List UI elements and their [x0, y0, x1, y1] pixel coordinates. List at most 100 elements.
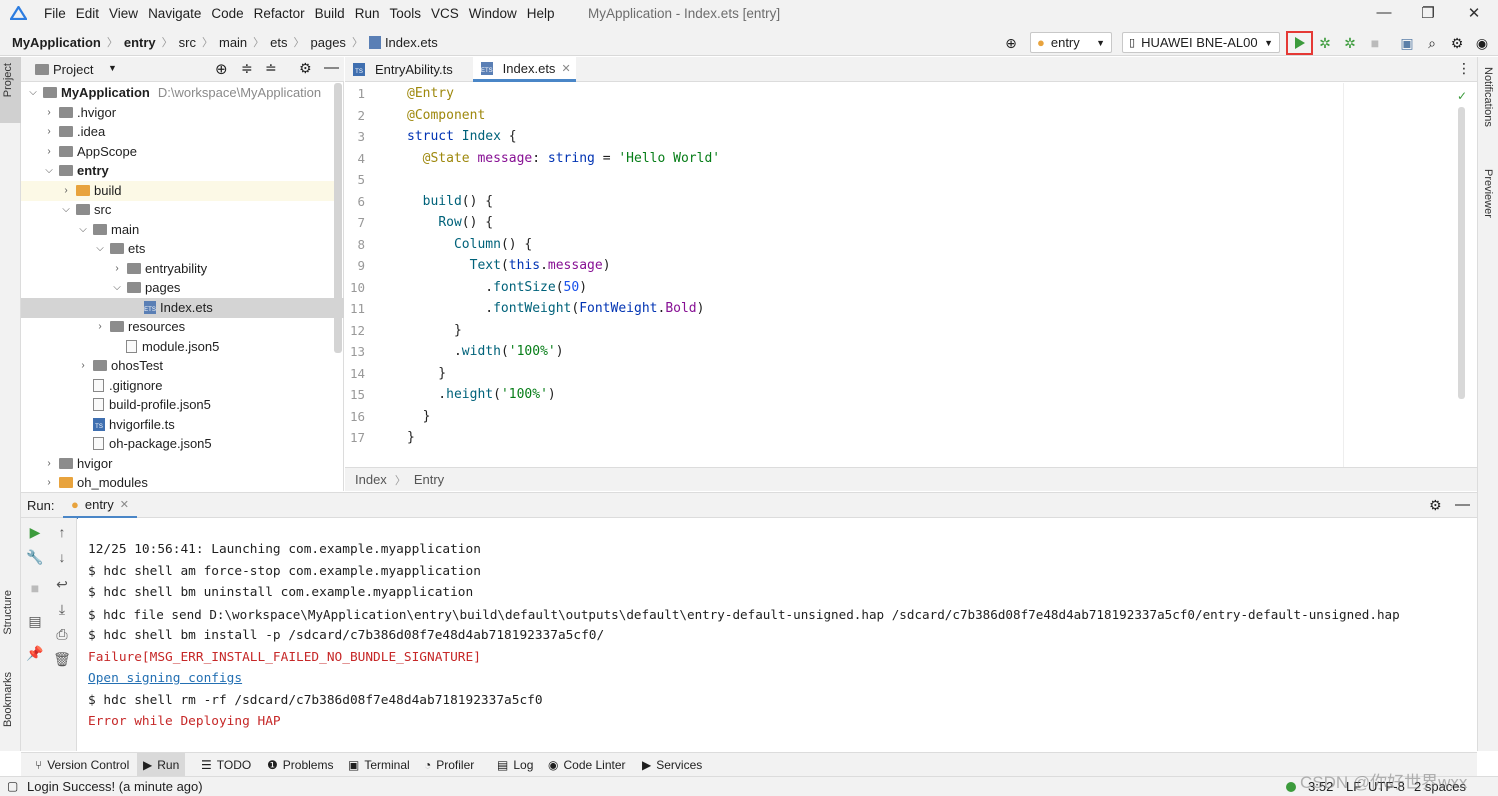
tree-item[interactable]: › AppScope: [21, 142, 334, 162]
menu-build[interactable]: Build: [315, 6, 345, 21]
soft-wrap-icon[interactable]: ↩: [53, 575, 71, 593]
print-icon[interactable]: ⎙: [53, 625, 71, 643]
tree-item[interactable]: › hvigor: [21, 454, 334, 474]
crumb-file[interactable]: Index.ets: [385, 35, 438, 50]
tree-item[interactable]: ⌵ main: [21, 220, 334, 240]
gear-icon[interactable]: ⚙: [299, 60, 312, 77]
device-manager-icon[interactable]: ▣: [1398, 34, 1416, 52]
tab-profiler[interactable]: ◔ Profiler: [418, 753, 480, 777]
run-button[interactable]: [1286, 31, 1313, 55]
tree-item[interactable]: › .hvigor: [21, 103, 334, 123]
menu-edit[interactable]: Edit: [76, 6, 99, 21]
crumb-ets[interactable]: ets: [270, 35, 287, 50]
close-tab-icon[interactable]: ✕: [120, 498, 129, 511]
crumb-main[interactable]: main: [219, 35, 247, 50]
tree-item[interactable]: build-profile.json5: [21, 395, 334, 415]
project-scrollbar[interactable]: [334, 83, 342, 353]
expand-all-icon[interactable]: ≑: [241, 60, 253, 77]
bookmarks-tool-tab[interactable]: Bookmarks: [2, 672, 14, 727]
menu-help[interactable]: Help: [527, 6, 555, 21]
chevron-down-icon[interactable]: ▼: [108, 63, 117, 73]
tree-item[interactable]: TS hvigorfile.ts: [21, 415, 334, 435]
run-tab-entry[interactable]: ● entry ✕: [63, 493, 137, 519]
crumb-struct[interactable]: Index: [355, 472, 387, 487]
menu-vcs[interactable]: VCS: [431, 6, 459, 21]
tree-item[interactable]: oh-package.json5: [21, 434, 334, 454]
open-signing-configs-link[interactable]: Open signing configs: [88, 671, 242, 686]
tree-item-root[interactable]: ⌵ MyApplication D:\workspace\MyApplicati…: [21, 83, 334, 103]
tree-item[interactable]: › entryability: [21, 259, 334, 279]
tab-todo[interactable]: ☰ TODO: [195, 753, 257, 777]
stop-icon[interactable]: ■: [26, 579, 44, 597]
target-icon[interactable]: ⊕: [1002, 34, 1020, 52]
tab-index[interactable]: ETS Index.ets ✕: [473, 57, 576, 82]
tab-run[interactable]: ▶ Run: [137, 753, 186, 777]
menu-window[interactable]: Window: [469, 6, 517, 21]
code-editor[interactable]: @Entry @Component struct Index { @State …: [401, 83, 1467, 467]
account-icon[interactable]: ◉: [1473, 34, 1491, 52]
locate-icon[interactable]: ⊕: [215, 60, 228, 78]
editor-scrollbar[interactable]: [1458, 107, 1465, 399]
menu-refactor[interactable]: Refactor: [254, 6, 305, 21]
search-icon[interactable]: ⌕: [1423, 34, 1441, 52]
crumb-src[interactable]: src: [179, 35, 196, 50]
close-tab-icon[interactable]: ✕: [561, 62, 570, 75]
tab-services[interactable]: ▶ Services: [636, 753, 708, 777]
notifications-tool-tab[interactable]: Notifications: [1482, 67, 1494, 127]
tree-item[interactable]: ⌵ pages: [21, 278, 334, 298]
tree-item[interactable]: ⌵ entry: [21, 161, 334, 181]
attach-debugger-icon[interactable]: ✲: [1341, 34, 1359, 52]
status-message[interactable]: Login Success! (a minute ago): [27, 779, 203, 794]
stop-icon[interactable]: ■: [1366, 34, 1384, 52]
tree-item[interactable]: .gitignore: [21, 376, 334, 396]
tree-item[interactable]: › oh_modules: [21, 473, 334, 493]
close-button[interactable]: ✕: [1464, 4, 1484, 24]
tree-item[interactable]: module.json5: [21, 337, 334, 357]
tree-item[interactable]: › resources: [21, 317, 334, 337]
tab-version-control[interactable]: ⑂ Version Control: [29, 753, 135, 777]
tree-item[interactable]: › build: [21, 181, 334, 201]
project-view-selector[interactable]: Project: [53, 62, 93, 77]
trash-icon[interactable]: 🗑: [53, 650, 71, 668]
device-selector[interactable]: ▯ HUAWEI BNE-AL00 ▼: [1122, 32, 1280, 53]
tree-item[interactable]: › ohosTest: [21, 356, 334, 376]
minimize-button[interactable]: —: [1374, 4, 1394, 24]
run-console[interactable]: 12/25 10:56:41: Launching com.example.my…: [78, 518, 1467, 751]
menu-file[interactable]: File: [44, 6, 66, 21]
tree-item-selected[interactable]: ETS Index.ets: [21, 298, 344, 318]
tab-log[interactable]: ▤ Log: [491, 753, 539, 777]
menu-navigate[interactable]: Navigate: [148, 6, 201, 21]
scroll-down-icon[interactable]: ↓: [53, 548, 71, 566]
gear-icon[interactable]: ⚙: [1448, 34, 1466, 52]
previewer-tool-tab[interactable]: Previewer: [1482, 169, 1494, 218]
tab-problems[interactable]: ❶ Problems: [261, 753, 339, 777]
wrench-icon[interactable]: 🔧: [26, 548, 44, 566]
more-icon[interactable]: ⋮: [1457, 60, 1471, 77]
project-tool-tab[interactable]: Project: [2, 63, 14, 97]
debug-icon[interactable]: ✲: [1316, 34, 1334, 52]
crumb-entry[interactable]: entry: [124, 35, 156, 50]
menu-code[interactable]: Code: [211, 6, 243, 21]
menu-run[interactable]: Run: [355, 6, 380, 21]
tab-code-linter[interactable]: ◉ Code Linter: [542, 753, 632, 777]
scroll-to-end-icon[interactable]: ⤓: [53, 600, 71, 618]
tree-item[interactable]: ⌵ ets: [21, 239, 334, 259]
module-selector[interactable]: ● entry ▼: [1030, 32, 1112, 53]
gear-icon[interactable]: ⚙: [1429, 497, 1442, 514]
menu-view[interactable]: View: [109, 6, 138, 21]
crumb-pages[interactable]: pages: [311, 35, 346, 50]
rerun-icon[interactable]: ▶: [26, 523, 44, 541]
collapse-all-icon[interactable]: ≐: [265, 60, 277, 77]
tree-item[interactable]: ⌵ src: [21, 200, 334, 220]
hide-icon[interactable]: —: [324, 59, 339, 76]
menu-tools[interactable]: Tools: [389, 6, 421, 21]
tab-terminal[interactable]: ▣ Terminal: [342, 753, 416, 777]
layout-icon[interactable]: ▤: [26, 612, 44, 630]
crumb-project[interactable]: MyApplication: [12, 35, 101, 50]
crumb-entry-decorator[interactable]: Entry: [414, 472, 444, 487]
hide-icon[interactable]: —: [1455, 496, 1470, 513]
scroll-up-icon[interactable]: ↑: [53, 523, 71, 541]
tree-item[interactable]: › .idea: [21, 122, 334, 142]
maximize-button[interactable]: ❐: [1418, 4, 1438, 24]
pin-icon[interactable]: 📌: [26, 644, 44, 662]
